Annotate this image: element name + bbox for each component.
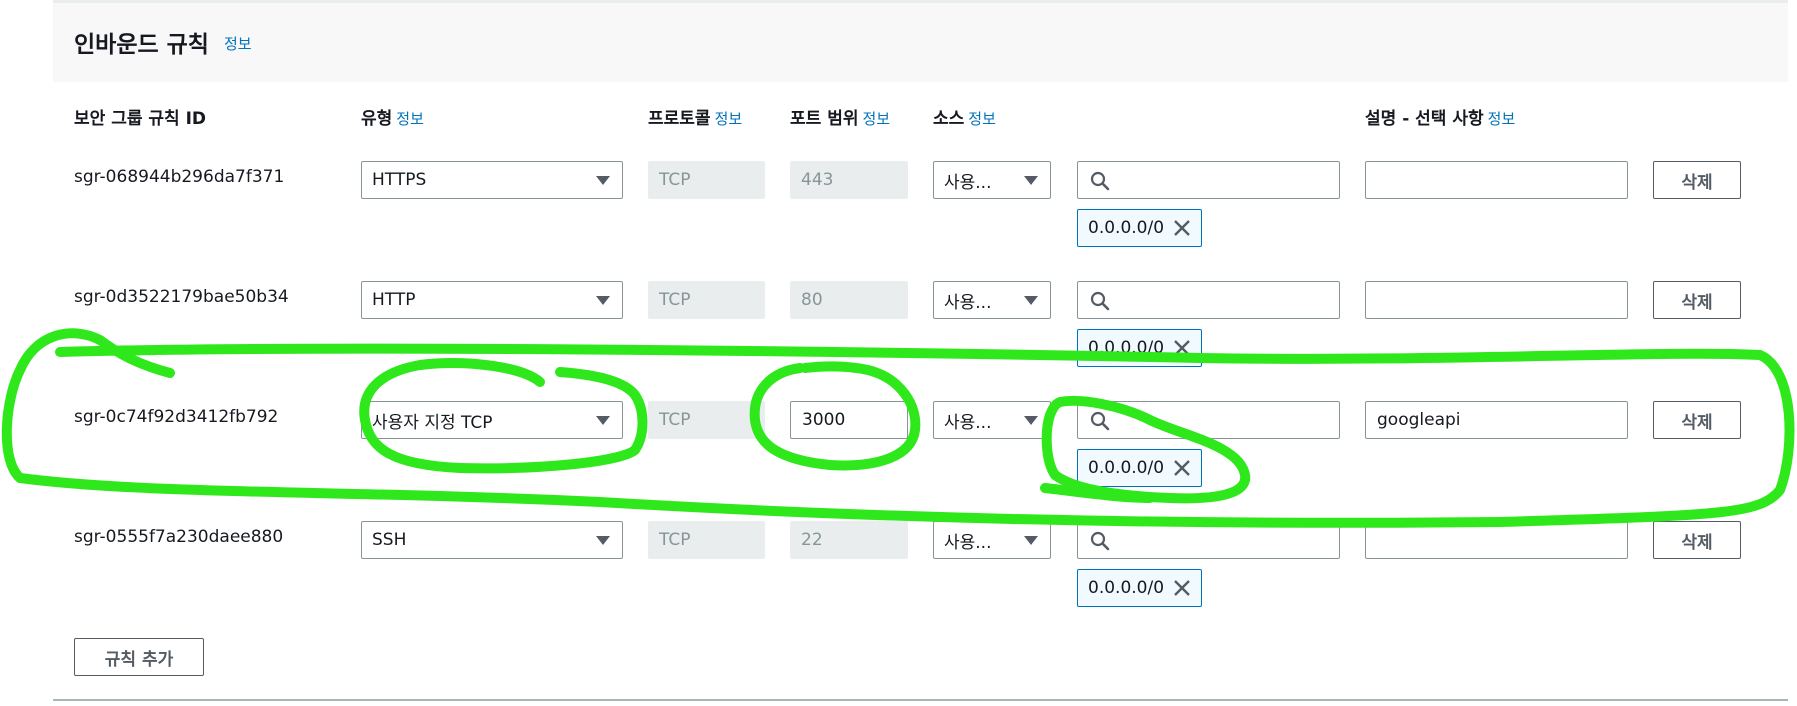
rule-id: sgr-0555f7a230daee880 [74,527,284,547]
delete-button[interactable]: 삭제 [1653,161,1741,199]
cidr-token-label: 0.0.0.0/0 [1088,458,1165,478]
col-header-source: 소스 정보 [933,104,996,129]
port-range-field: 22 [790,521,908,559]
delete-button[interactable]: 삭제 [1653,401,1741,439]
rule-id: sgr-068944b296da7f371 [74,167,285,187]
cidr-token: 0.0.0.0/0 [1077,209,1202,247]
cidr-token-label: 0.0.0.0/0 [1088,218,1165,238]
protocol-field: TCP [648,281,765,319]
description-input[interactable]: googleapi [1365,401,1628,439]
cidr-token-label: 0.0.0.0/0 [1088,338,1165,358]
inbound-rules-panel: 인바운드 규칙 정보 보안 그룹 규칙 ID 유형 정보 프로토콜 정보 포트 범위… [53,0,1788,701]
col-header-port-range-label: 포트 범위 [790,109,859,129]
type-select[interactable]: HTTP [361,281,623,319]
panel-title: 인바운드 규칙 [74,32,209,58]
source-select[interactable]: 사용... [933,401,1051,439]
port-range-info-link[interactable]: 정보 [862,110,890,128]
protocol-info-link[interactable]: 정보 [715,110,743,128]
source-select-value: 사용... [944,412,992,433]
cidr-search-input[interactable] [1077,401,1340,439]
source-select-value: 사용... [944,172,992,193]
col-header-source-label: 소스 [933,109,965,129]
description-input[interactable] [1365,521,1628,559]
protocol-field: TCP [648,161,765,199]
rule-row: sgr-0c74f92d3412fb792 사용자 지정 TCP TCP 300… [53,387,1788,507]
close-icon[interactable] [1173,579,1191,597]
search-icon [1090,411,1110,431]
search-icon [1090,531,1110,551]
protocol-field: TCP [648,521,765,559]
rule-row: sgr-0d3522179bae50b34 HTTP TCP 80 사용... … [53,267,1788,387]
type-select[interactable]: 사용자 지정 TCP [361,401,623,439]
rule-row: sgr-0555f7a230daee880 SSH TCP 22 사용... 0… [53,507,1788,627]
type-select-value: HTTPS [372,170,427,190]
cidr-search-input[interactable] [1077,161,1340,199]
cidr-search-input[interactable] [1077,281,1340,319]
source-select-value: 사용... [944,292,992,313]
chevron-down-icon [1024,176,1038,185]
col-header-port-range: 포트 범위 정보 [790,104,890,129]
col-header-protocol-label: 프로토콜 [648,109,711,129]
chevron-down-icon [1024,416,1038,425]
rule-id: sgr-0d3522179bae50b34 [74,287,289,307]
chevron-down-icon [596,536,610,545]
close-icon[interactable] [1173,219,1191,237]
source-select[interactable]: 사용... [933,281,1051,319]
panel-info-link[interactable]: 정보 [224,33,252,54]
cidr-token-label: 0.0.0.0/0 [1088,578,1165,598]
add-rule-button[interactable]: 규칙 추가 [74,638,204,676]
type-select[interactable]: HTTPS [361,161,623,199]
cidr-token: 0.0.0.0/0 [1077,569,1202,607]
rule-id: sgr-0c74f92d3412fb792 [74,407,279,427]
chevron-down-icon [596,416,610,425]
col-header-description: 설명 - 선택 사항 정보 [1365,104,1515,129]
type-select[interactable]: SSH [361,521,623,559]
source-select[interactable]: 사용... [933,161,1051,199]
description-input[interactable] [1365,281,1628,319]
delete-button[interactable]: 삭제 [1653,521,1741,559]
chevron-down-icon [596,176,610,185]
cidr-search-input[interactable] [1077,521,1340,559]
chevron-down-icon [596,296,610,305]
chevron-down-icon [1024,296,1038,305]
close-icon[interactable] [1173,339,1191,357]
search-icon [1090,291,1110,311]
description-info-link[interactable]: 정보 [1488,110,1516,128]
type-select-value: 사용자 지정 TCP [372,412,493,433]
col-header-rule-id-label: 보안 그룹 규칙 ID [74,109,207,129]
col-header-description-label: 설명 - 선택 사항 [1365,109,1484,129]
source-select-value: 사용... [944,532,992,553]
search-icon [1090,171,1110,191]
type-info-link[interactable]: 정보 [396,110,424,128]
port-range-field: 80 [790,281,908,319]
cidr-token: 0.0.0.0/0 [1077,329,1202,367]
port-range-field: 443 [790,161,908,199]
col-header-protocol: 프로토콜 정보 [648,104,742,129]
description-input[interactable] [1365,161,1628,199]
cidr-token: 0.0.0.0/0 [1077,449,1202,487]
col-header-rule-id: 보안 그룹 규칙 ID [74,104,206,129]
delete-button[interactable]: 삭제 [1653,281,1741,319]
protocol-field: TCP [648,401,765,439]
col-header-type-label: 유형 [361,109,393,129]
panel-bottom-border [53,699,1788,701]
port-range-input[interactable]: 3000 [790,401,908,439]
source-info-link[interactable]: 정보 [968,110,996,128]
type-select-value: SSH [372,530,407,550]
col-header-type: 유형 정보 [361,104,424,129]
close-icon[interactable] [1173,459,1191,477]
source-select[interactable]: 사용... [933,521,1051,559]
type-select-value: HTTP [372,290,416,310]
panel-header: 인바운드 규칙 정보 [53,0,1788,82]
chevron-down-icon [1024,536,1038,545]
rule-row: sgr-068944b296da7f371 HTTPS TCP 443 사용..… [53,147,1788,267]
